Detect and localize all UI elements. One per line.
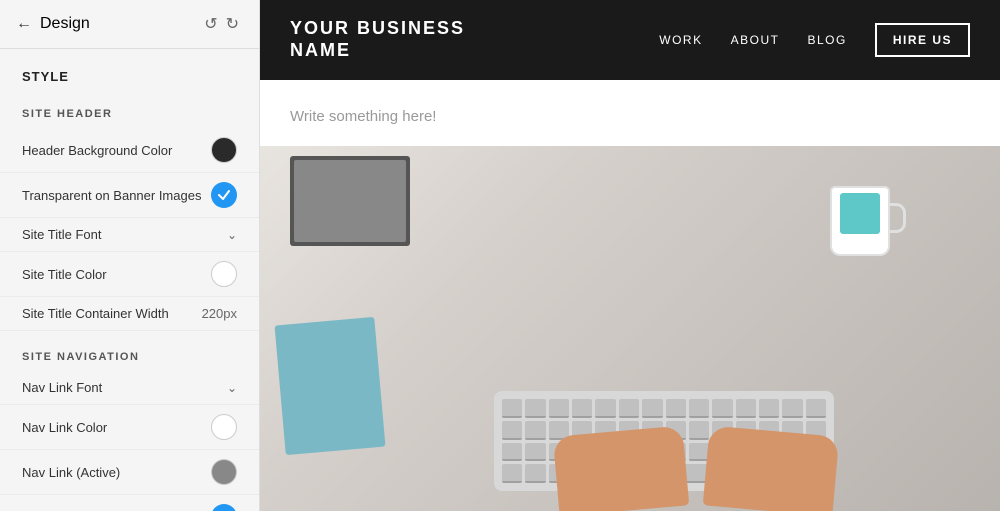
transparent-banner-toggle[interactable] [211,182,237,208]
site-title-width-value: 220px [202,306,237,321]
site-title-color-row: Site Title Color [0,252,259,297]
notebook-decoration [275,317,386,455]
back-arrow-icon[interactable]: ← [16,15,32,33]
nav-link-active-row: Nav Link (Active) [0,450,259,495]
undo-button[interactable]: ↺ [200,12,221,36]
hands-decoration [556,391,836,511]
content-placeholder-text: Write something here! [290,108,436,125]
nav-link-color-swatch[interactable] [211,414,237,440]
nav-hire-us-button[interactable]: HIRE US [875,23,970,57]
preview-site-title: YOUR BUSINESS NAME [290,18,465,61]
mug-decoration [830,186,900,266]
transparent-banner-label: Transparent on Banner Images [22,188,201,203]
nav-link-color-label: Nav Link Color [22,420,107,435]
site-preview-header: YOUR BUSINESS NAME WORK ABOUT BLOG HIRE … [260,0,1000,80]
right-panel: YOUR BUSINESS NAME WORK ABOUT BLOG HIRE … [260,0,1000,511]
nav-link-active-label: Nav Link (Active) [22,465,120,480]
site-title-font-label: Site Title Font [22,227,101,242]
site-header-section-title: Site Header [0,96,259,128]
hero-image-area [260,146,1000,511]
header-bg-color-row: Header Background Color [0,128,259,173]
monitor-decoration [290,156,410,246]
panel-header-title: Design [40,15,90,33]
nav-link-font-row: Nav Link Font ⌄ [0,371,259,405]
nav-link-font-chevron[interactable]: ⌄ [227,381,237,395]
site-title-width-row: Site Title Container Width 220px [0,297,259,331]
site-title-color-label: Site Title Color [22,267,107,282]
style-section-title: Style [0,49,259,96]
nav-link-about[interactable]: ABOUT [731,33,780,47]
desk-scene [260,146,1000,511]
nav-link-active-swatch[interactable] [211,459,237,485]
preview-nav: WORK ABOUT BLOG HIRE US [659,23,970,57]
enable-nav-btn-toggle[interactable] [211,504,237,511]
redo-button[interactable]: ↻ [222,12,243,36]
nav-link-font-label: Nav Link Font [22,380,102,395]
nav-link-blog[interactable]: BLOG [807,33,846,47]
panel-content: Style Site Header Header Background Colo… [0,49,259,511]
header-bg-color-label: Header Background Color [22,143,172,158]
preview-content: Write something here! [260,80,1000,511]
site-title-font-chevron[interactable]: ⌄ [227,228,237,242]
site-title-width-label: Site Title Container Width [22,306,169,321]
left-panel: ← Design ↺ ↻ Style Site Header Header Ba… [0,0,260,511]
nav-link-work[interactable]: WORK [659,33,702,47]
header-bg-color-swatch[interactable] [211,137,237,163]
site-nav-section-title: Site Navigation [0,339,259,371]
panel-header: ← Design ↺ ↻ [0,0,259,49]
content-text-area: Write something here! [260,80,1000,146]
site-title-color-swatch[interactable] [211,261,237,287]
site-title-font-row: Site Title Font ⌄ [0,218,259,252]
nav-link-color-row: Nav Link Color [0,405,259,450]
enable-nav-btn-row: Enable Nav Button [0,495,259,511]
transparent-banner-row: Transparent on Banner Images [0,173,259,218]
